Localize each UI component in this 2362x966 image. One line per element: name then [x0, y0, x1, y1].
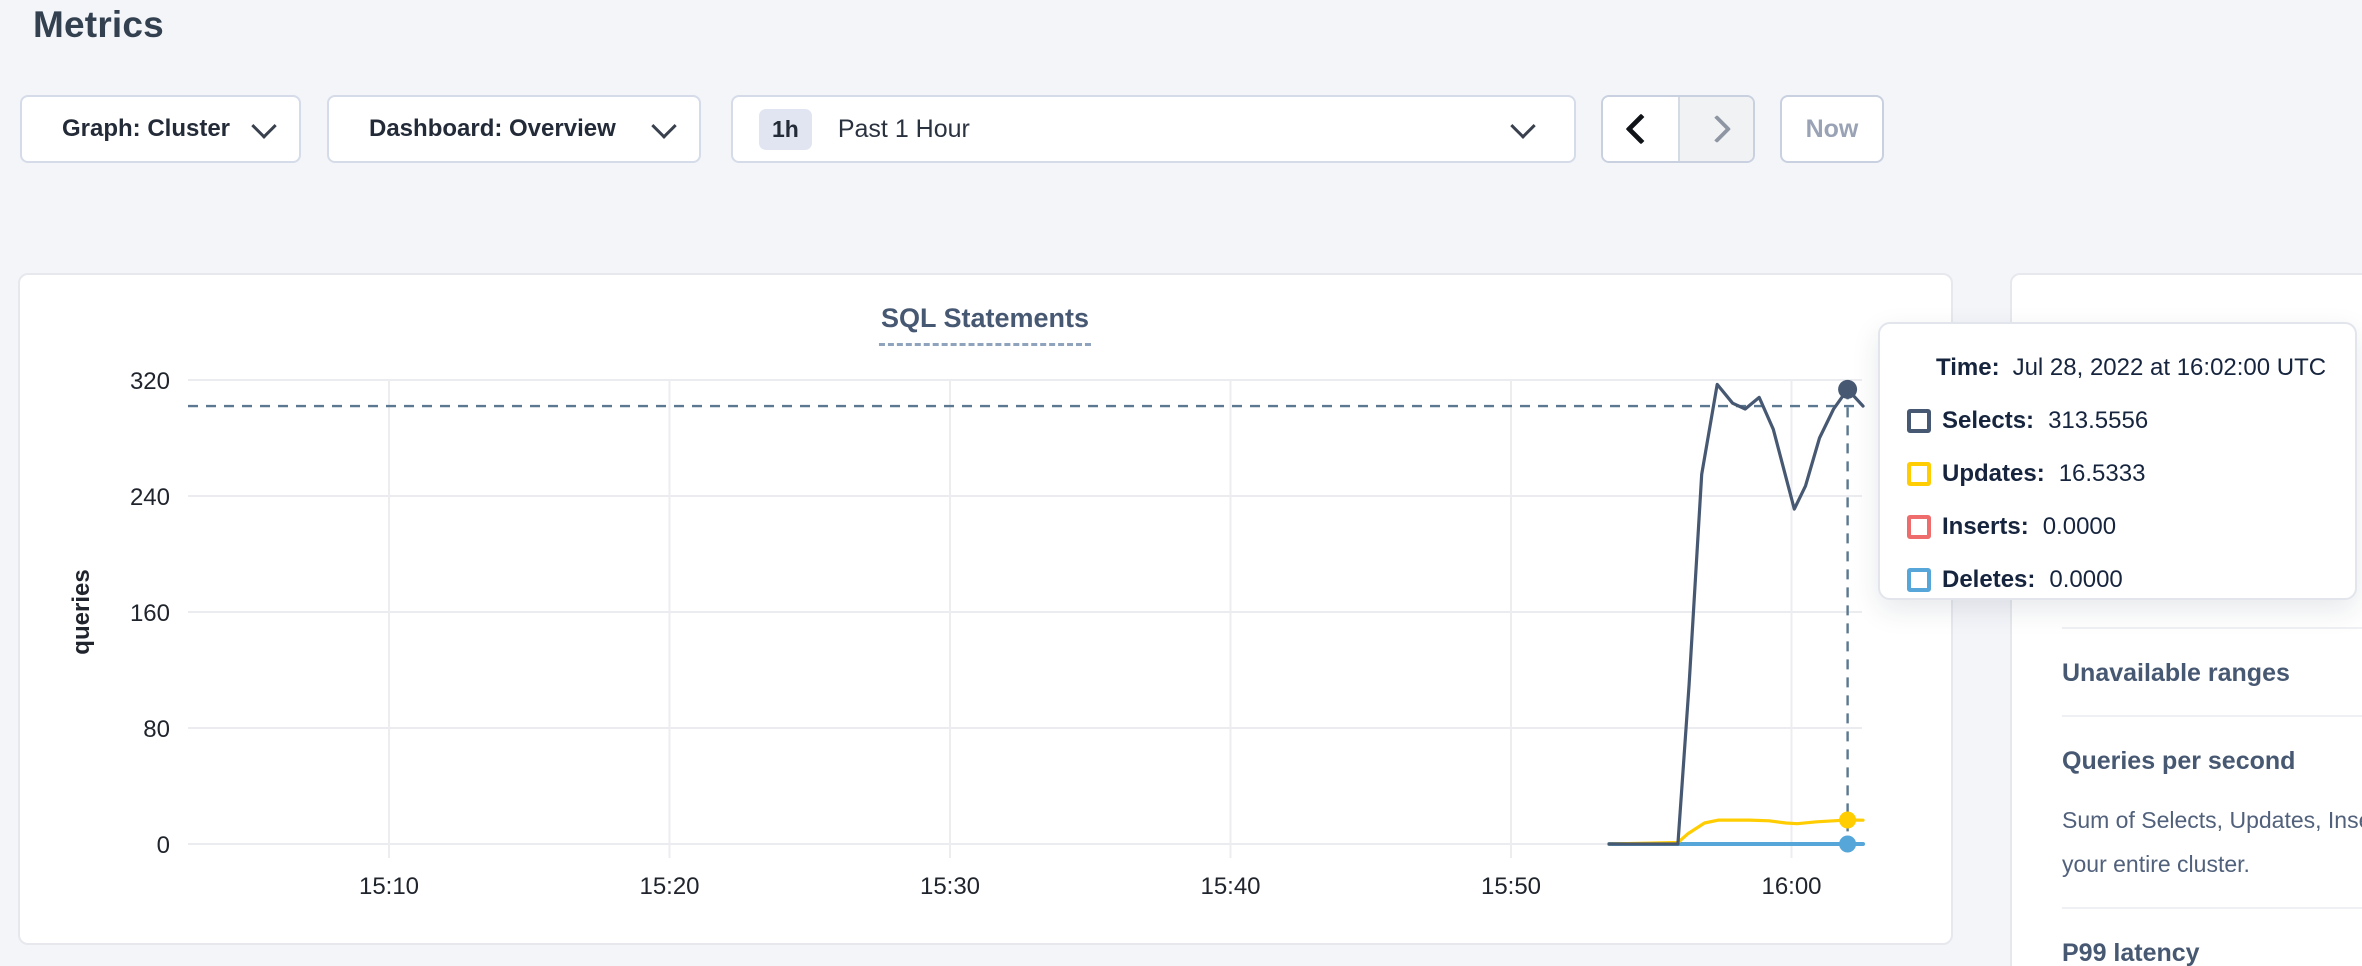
chevron-right-icon	[1702, 115, 1730, 143]
chevron-down-icon	[1510, 113, 1535, 138]
tooltip-row-value: 0.0000	[2043, 513, 2116, 541]
tooltip-row-label: Deletes:	[1942, 566, 2035, 594]
tooltip-time-row: Time: Jul 28, 2022 at 16:02:00 UTC	[1936, 354, 2331, 382]
tooltip-time-label: Time:	[1936, 354, 2000, 381]
chevron-down-icon	[251, 113, 276, 138]
chart-title[interactable]: SQL Statements	[879, 303, 1091, 346]
dashboard-dropdown[interactable]: Dashboard: Overview	[327, 95, 701, 163]
next-range-button[interactable]	[1678, 97, 1753, 161]
page-title: Metrics	[33, 4, 164, 46]
sidebar-section-title-p99-latency: P99 latency	[2062, 937, 2362, 966]
sidebar-divider	[2062, 715, 2362, 717]
graph-dropdown-label: Graph: Cluster	[62, 115, 230, 143]
metrics-page: Metrics Graph: Cluster Dashboard: Overvi…	[0, 0, 2362, 966]
tooltip-row-value: 16.5333	[2059, 460, 2146, 488]
sidebar-section-title-unavailable-ranges: Unavailable ranges	[2062, 657, 2362, 689]
time-range-label: Past 1 Hour	[838, 115, 970, 144]
time-range-dropdown[interactable]: 1h Past 1 Hour	[731, 95, 1576, 163]
selects-swatch-icon	[1907, 409, 1931, 433]
prev-range-button[interactable]	[1603, 97, 1678, 161]
tooltip-row-deletes: Deletes: 0.0000	[1907, 566, 2331, 594]
now-button[interactable]: Now	[1780, 95, 1884, 163]
inserts-swatch-icon	[1907, 515, 1931, 539]
sidebar-divider	[2062, 627, 2362, 629]
sidebar-section-description-line: Sum of Selects, Updates, Inser	[2062, 803, 2362, 837]
updates-swatch-icon	[1907, 462, 1931, 486]
tooltip-row-value: 0.0000	[2049, 566, 2122, 594]
tooltip-series-rows: Selects: 313.5556 Updates: 16.5333 Inser…	[1907, 407, 2331, 594]
tooltip-row-value: 313.5556	[2048, 407, 2148, 435]
tooltip-row-selects: Selects: 313.5556	[1907, 407, 2331, 435]
y-axis-label: queries	[68, 569, 96, 654]
sidebar-section-description-line: your entire cluster.	[2062, 847, 2362, 881]
deletes-swatch-icon	[1907, 568, 1931, 592]
chevron-left-icon	[1625, 113, 1656, 144]
chart-card	[18, 273, 1953, 945]
dashboard-dropdown-label: Dashboard: Overview	[369, 115, 616, 143]
sidebar-section-title-queries-per-second: Queries per second	[2062, 745, 2362, 777]
tooltip-row-label: Selects:	[1942, 407, 2034, 435]
tooltip-row-label: Inserts:	[1942, 513, 2029, 541]
toolbar: Graph: Cluster Dashboard: Overview 1h Pa…	[0, 95, 2362, 163]
time-range-badge: 1h	[759, 109, 812, 150]
chart-hover-tooltip: Time: Jul 28, 2022 at 16:02:00 UTC Select…	[1878, 322, 2357, 600]
sidebar-divider	[2062, 907, 2362, 909]
chevron-down-icon	[651, 113, 676, 138]
tooltip-row-inserts: Inserts: 0.0000	[1907, 513, 2331, 541]
tooltip-time-value: Jul 28, 2022 at 16:02:00 UTC	[2013, 354, 2327, 381]
graph-dropdown[interactable]: Graph: Cluster	[20, 95, 301, 163]
tooltip-row-label: Updates:	[1942, 460, 2045, 488]
tooltip-row-updates: Updates: 16.5333	[1907, 460, 2331, 488]
time-nav-group	[1601, 95, 1755, 163]
